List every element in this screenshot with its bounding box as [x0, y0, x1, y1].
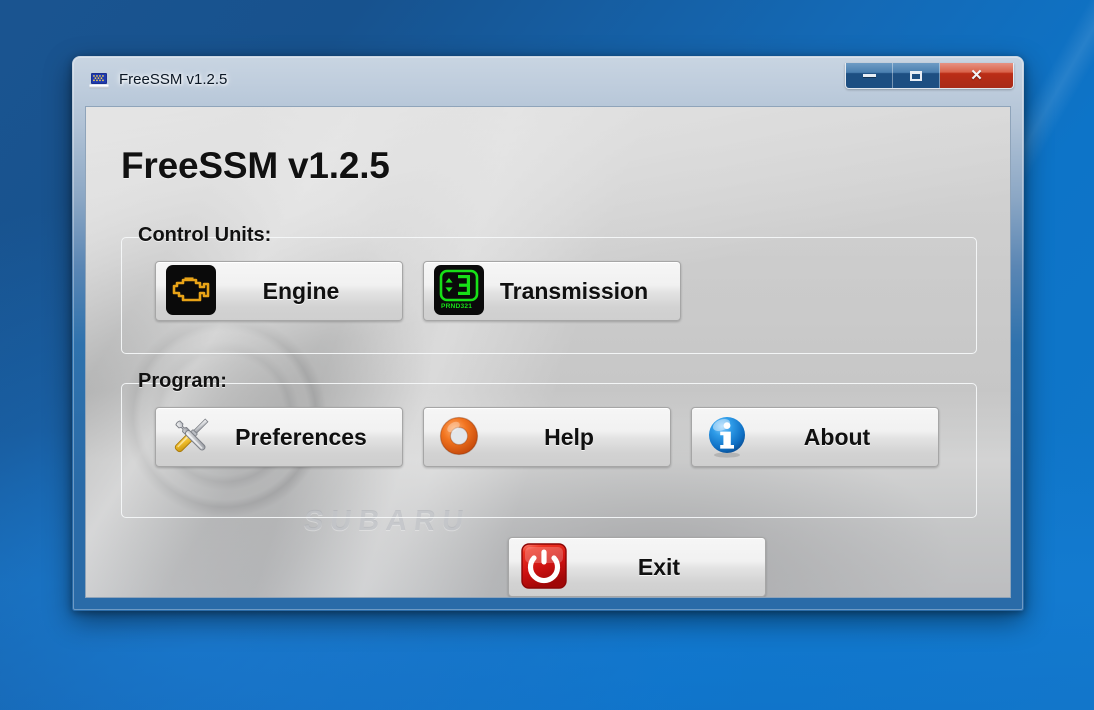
title-bar[interactable]: FreeSSM v1.2.5 ✕ — [72, 56, 1024, 106]
application-window: FreeSSM v1.2.5 ✕ SUBARU FreeSSM v1.2.5 — [72, 56, 1024, 611]
page-title: FreeSSM v1.2.5 — [121, 145, 390, 186]
gear-display-icon: PRND321 — [434, 265, 486, 317]
diagnostic-device-icon — [89, 72, 109, 90]
power-icon — [519, 541, 571, 593]
group-program: Program: Preferences Help About — [121, 370, 977, 518]
info-icon — [702, 411, 754, 463]
life-ring-icon — [434, 411, 486, 463]
maximize-icon — [910, 70, 922, 81]
tools-icon — [166, 411, 218, 463]
exit-button-label: Exit — [637, 553, 681, 580]
close-button[interactable]: ✕ — [940, 63, 1013, 88]
preferences-button[interactable]: Preferences — [155, 407, 403, 467]
transmission-button[interactable]: PRND321 Transmission — [423, 261, 681, 321]
about-button[interactable]: About — [691, 407, 939, 467]
check-engine-icon — [166, 265, 218, 317]
help-button-label: Help — [544, 423, 594, 450]
transmission-button-label: Transmission — [499, 277, 649, 304]
desktop-background: FreeSSM v1.2.5 ✕ SUBARU FreeSSM v1.2.5 — [0, 0, 1094, 710]
caption-button-group: ✕ — [845, 63, 1014, 89]
minimize-icon — [862, 74, 876, 77]
svg-text:PRND321: PRND321 — [441, 303, 472, 310]
minimize-button[interactable] — [846, 63, 893, 88]
exit-button[interactable]: Exit — [508, 537, 766, 597]
help-button[interactable]: Help — [423, 407, 671, 467]
group-control-units-title: Control Units: — [138, 224, 272, 246]
close-icon: ✕ — [970, 67, 983, 84]
engine-button[interactable]: Engine — [155, 261, 403, 321]
group-program-title: Program: — [138, 370, 227, 392]
maximize-button[interactable] — [893, 63, 940, 88]
group-control-units: Control Units: Engine PRND321 Transmissi… — [121, 224, 977, 354]
about-button-label: About — [803, 423, 871, 450]
engine-button-label: Engine — [262, 277, 340, 304]
window-title: FreeSSM v1.2.5 — [119, 71, 228, 88]
preferences-button-label: Preferences — [235, 423, 367, 450]
window-client-area: SUBARU FreeSSM v1.2.5 Control Units: — [85, 106, 1011, 598]
